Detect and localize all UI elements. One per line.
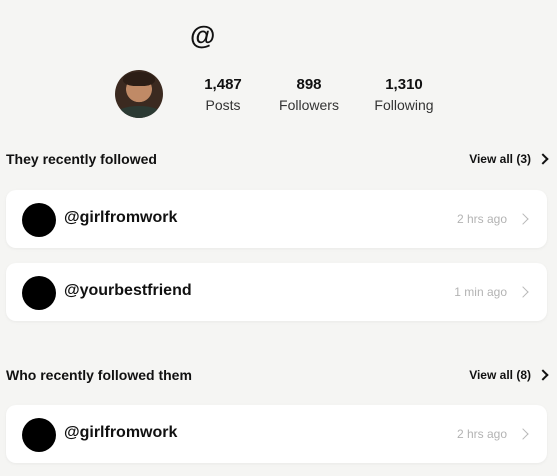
- chevron-right-icon: [517, 428, 529, 440]
- avatar-hair: [123, 72, 155, 86]
- username: @yourbestfriend: [64, 282, 192, 299]
- chevron-right-icon: [517, 286, 529, 298]
- stat-following[interactable]: 1,310 Following: [370, 76, 438, 113]
- profile-avatar[interactable]: [115, 70, 163, 118]
- username: @girlfromwork: [64, 424, 178, 441]
- timestamp: 2 hrs ago: [456, 427, 507, 441]
- timestamp: 2 hrs ago: [456, 212, 507, 226]
- stat-posts-value: 1,487: [204, 76, 242, 93]
- view-all-label: View all (8): [469, 368, 531, 382]
- timestamp: 1 min ago: [454, 285, 507, 299]
- list-item[interactable]: @yourbestfriend 1 min ago: [6, 263, 547, 321]
- stat-following-label: Following: [374, 97, 434, 113]
- user-avatar: [22, 276, 56, 310]
- avatar-shirt: [115, 106, 163, 118]
- profile-handle: @: [190, 20, 216, 50]
- stat-posts-label: Posts: [205, 97, 241, 113]
- section-title-followed-them: Who recently followed them: [6, 367, 192, 383]
- view-all-label: View all (3): [469, 152, 531, 166]
- list-item[interactable]: @girlfromwork 2 hrs ago: [6, 405, 547, 463]
- user-avatar: [22, 203, 56, 237]
- stat-following-value: 1,310: [385, 76, 423, 93]
- stat-followers[interactable]: 898 Followers: [276, 76, 342, 113]
- stat-followers-label: Followers: [279, 97, 339, 113]
- username: @girlfromwork: [64, 209, 178, 226]
- chevron-right-icon: [537, 153, 549, 165]
- stat-followers-value: 898: [296, 76, 322, 93]
- user-avatar: [22, 418, 56, 452]
- chevron-right-icon: [517, 213, 529, 225]
- list-item[interactable]: @girlfromwork 2 hrs ago: [6, 190, 547, 248]
- view-all-recently-followed-button[interactable]: View all (3): [469, 152, 549, 166]
- chevron-right-icon: [537, 369, 549, 381]
- stat-posts[interactable]: 1,487 Posts: [196, 76, 250, 113]
- view-all-followed-them-button[interactable]: View all (8): [469, 368, 549, 382]
- section-title-recently-followed: They recently followed: [6, 151, 157, 167]
